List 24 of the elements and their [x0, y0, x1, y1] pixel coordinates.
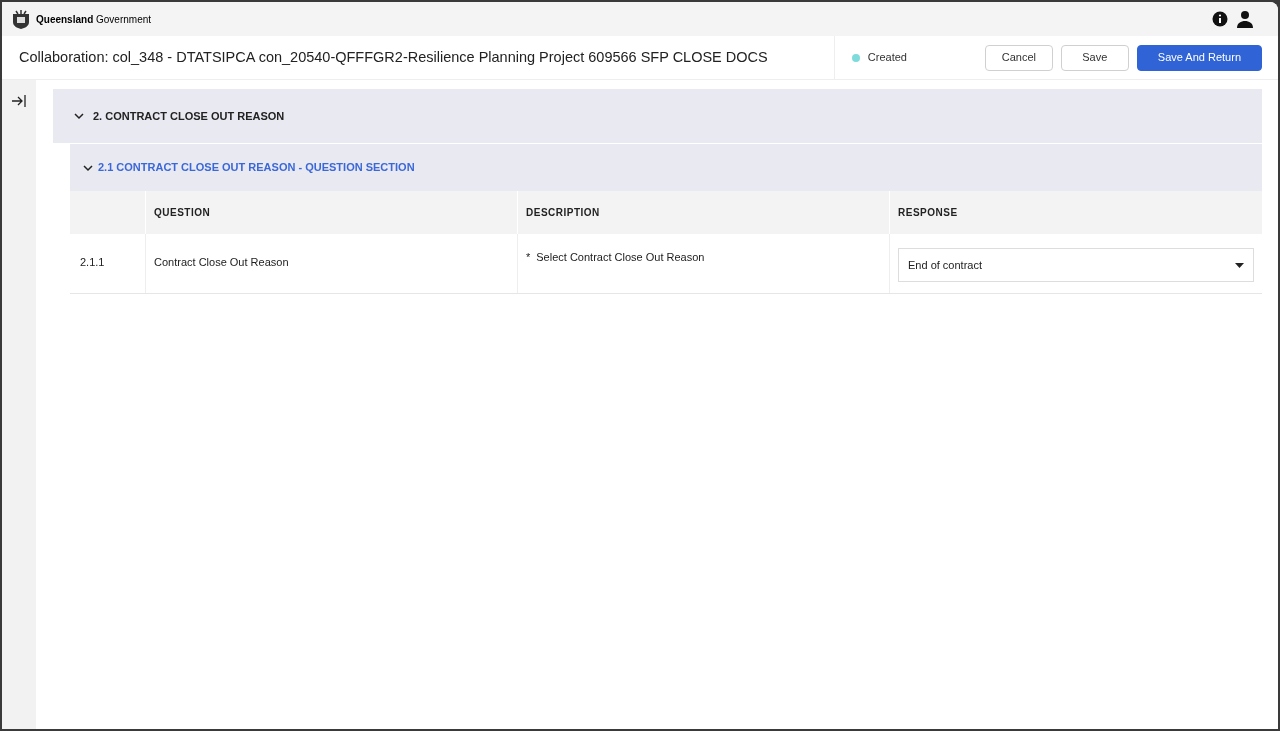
- subsection-title: 2.1 CONTRACT CLOSE OUT REASON - QUESTION SECTION: [98, 160, 415, 176]
- required-mark: *: [526, 250, 531, 265]
- info-icon[interactable]: [1212, 11, 1228, 27]
- page-title: Collaboration: col_348 - DTATSIPCA con_20540-QFFFGR2-Resilience Planning Project 609566 SFP CLOSE DOCS: [19, 47, 768, 67]
- response-select[interactable]: End of contract: [898, 248, 1254, 282]
- action-button[interactable]: Save: [1060, 44, 1129, 71]
- caret-icon: [1235, 262, 1244, 268]
- chevron-down-icon[interactable]: [73, 110, 85, 122]
- column-header: RESPONSE: [898, 206, 958, 220]
- user-icon[interactable]: [1236, 10, 1254, 28]
- brand-name: Queensland Government: [36, 12, 152, 27]
- section-header[interactable]: 2. CONTRACT CLOSE OUT REASON: [53, 89, 1262, 143]
- column-header: QUESTION: [154, 206, 211, 220]
- question-number: 2.1.1: [80, 256, 105, 268]
- subsection-header[interactable]: 2.1 CONTRACT CLOSE OUT REASON - QUESTION SECTION: [70, 144, 1262, 191]
- action-button[interactable]: Cancel: [984, 44, 1053, 71]
- status-label: Created: [867, 50, 907, 66]
- save-and-return-button[interactable]: Save And Return: [1136, 44, 1262, 71]
- expand-panel-icon[interactable]: [11, 94, 27, 108]
- section-title: 2. CONTRACT CLOSE OUT REASON: [93, 108, 285, 124]
- question-text: Contract Close Out Reason: [154, 256, 289, 268]
- coat-of-arms-icon: [10, 8, 32, 30]
- column-header: DESCRIPTION: [526, 206, 600, 220]
- description-text: Select Contract Close Out Reason: [536, 250, 705, 265]
